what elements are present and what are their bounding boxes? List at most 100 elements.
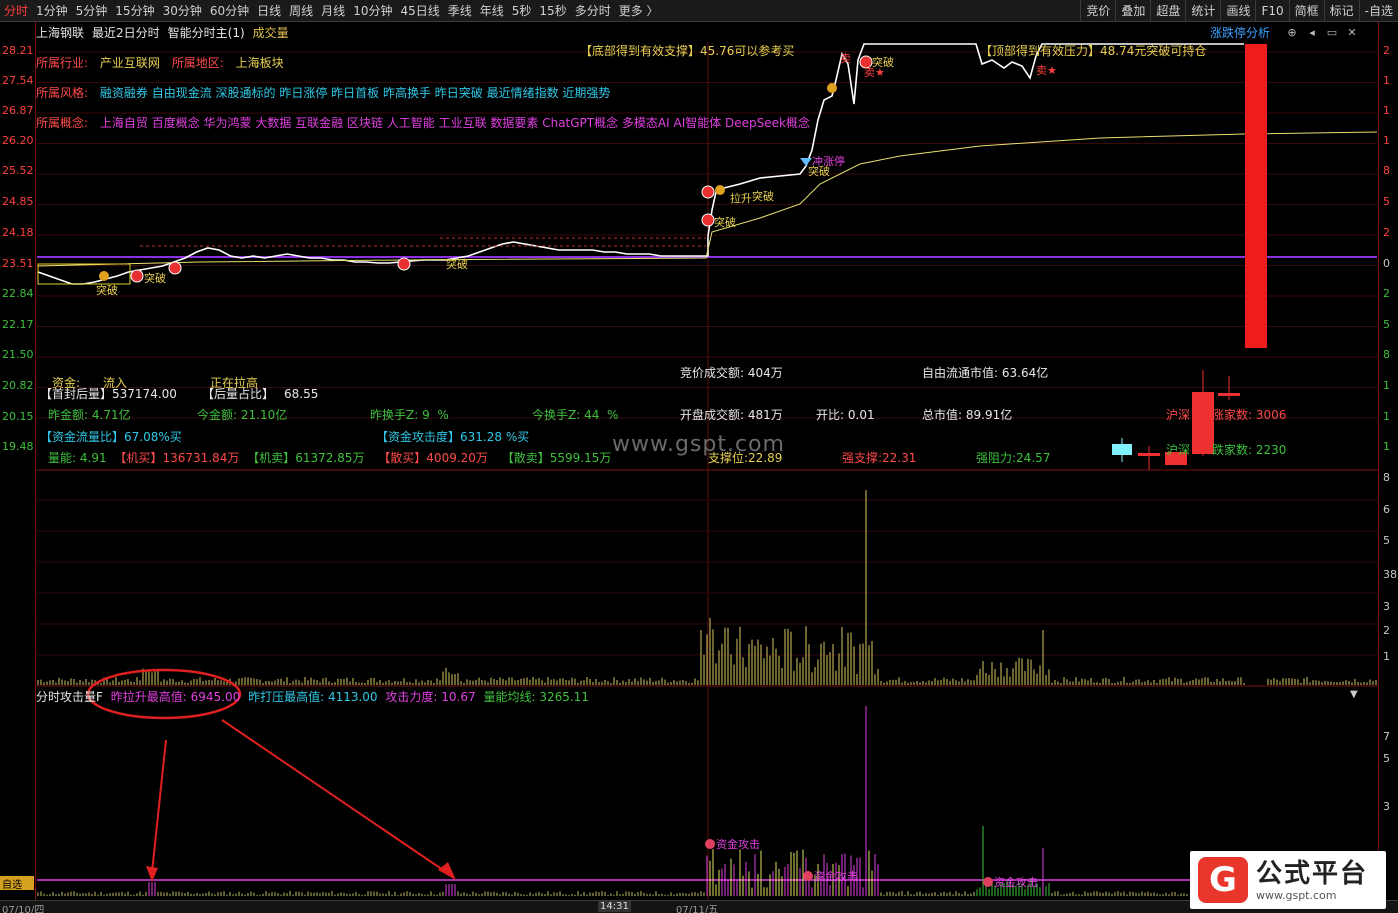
down-count-label: 跌家数: xyxy=(1212,443,1253,457)
breakout-marker-icon xyxy=(397,257,411,271)
attack-degree-label: 【资金攻击度】 xyxy=(376,430,461,444)
today-turnover-label: 今换手Z: xyxy=(532,408,581,422)
total-cap: 总市值: 89.91亿 xyxy=(922,406,1012,423)
today-turnover: 今换手Z: 44 % xyxy=(532,406,618,423)
open-value: 481万 xyxy=(747,408,783,422)
style-label: 所属风格: xyxy=(36,86,89,100)
flow-ratio: 【资金流量比】67.08%买 xyxy=(40,428,182,445)
yday-turnover-label: 昨换手Z: xyxy=(370,408,419,422)
support-annotation: 【底部得到有效支撑】45.76可以参考买 xyxy=(580,44,795,58)
time-axis: 07/10/四 14:31 07/11/五 xyxy=(0,900,1398,913)
strong-resist-value: 24.57 xyxy=(1016,451,1051,465)
retail-sell-value: 5599.15万 xyxy=(549,451,612,465)
yday-amount-value: 4.71亿 xyxy=(91,408,131,422)
down-count: 跌家数: 2230 xyxy=(1212,441,1286,458)
strong-support: 强支撑:22.31 xyxy=(842,449,916,466)
avg-value: 3265.11 xyxy=(539,690,589,704)
strong-support-label: 强支撑: xyxy=(842,451,883,465)
yday-amount: 昨金额: 4.71亿 xyxy=(48,406,131,423)
float-cap-value: 63.64亿 xyxy=(1001,366,1049,380)
chart-annotation: 突破 xyxy=(96,283,118,297)
inst-buy-value: 136731.84万 xyxy=(162,451,240,465)
force-value: 10.67 xyxy=(441,690,476,704)
site-watermark: www.gspt.com xyxy=(612,432,785,457)
press-max-value: 4113.00 xyxy=(327,690,378,704)
yday-turnover: 昨换手Z: 9 % xyxy=(370,406,449,423)
concept-row: 所属概念: 上海自贸 百度概念 华为鸿蒙 大数据 互联金融 区块链 人工智能 工… xyxy=(36,114,810,131)
cursor-time: 14:31 xyxy=(598,901,631,912)
concept-value[interactable]: 上海自贸 百度概念 华为鸿蒙 大数据 互联金融 区块链 人工智能 工业互联 数据… xyxy=(100,116,810,130)
date-day2: 07/11/五 xyxy=(676,905,719,913)
attack-label: 资金攻击 xyxy=(814,869,858,883)
avg-label: 量能均线: xyxy=(483,690,536,704)
industry-row: 所属行业: 产业互联网 所属地区: 上海板块 xyxy=(36,54,284,71)
float-cap-label: 自由流通市值: xyxy=(922,366,999,380)
open-label: 开盘成交额: xyxy=(680,408,745,422)
auction-value: 404万 xyxy=(747,366,783,380)
sub-menu-chevron-icon[interactable]: ▼ xyxy=(1350,689,1358,700)
yday-turnover-value: 9 xyxy=(422,408,430,422)
highlight-arrow xyxy=(151,739,167,873)
chart-annotation: 卖★ xyxy=(1036,64,1057,77)
industry-label: 所属行业: xyxy=(36,56,89,70)
auction-label: 竞价成交额: xyxy=(680,366,745,380)
breakout-marker-icon xyxy=(168,261,182,275)
highlight-arrow xyxy=(221,719,447,873)
money-bag-icon xyxy=(99,271,109,281)
open-ratio-value: 0.01 xyxy=(847,408,875,422)
style-value[interactable]: 融资融券 自由现金流 深股通标的 昨日涨停 昨日首板 昨高换手 昨日突破 最近情… xyxy=(100,86,611,100)
yday-amount-label: 昨金额: xyxy=(48,408,89,422)
total-cap-value: 89.91亿 xyxy=(965,408,1013,422)
concept-label: 所属概念: xyxy=(36,116,89,130)
strong-support-value: 22.31 xyxy=(882,451,917,465)
attack-label: 资金攻击 xyxy=(716,837,760,851)
today-turnover-unit: % xyxy=(607,408,619,422)
energy-row: 量能: 4.91 【机买】136731.84万 【机卖】61372.85万 【散… xyxy=(48,449,611,466)
attack-label: 资金攻击 xyxy=(994,875,1038,889)
attack-marker-icon xyxy=(803,871,813,881)
inst-sell-label: 【机卖】 xyxy=(247,451,296,465)
style-row: 所属风格: 融资融券 自由现金流 深股通标的 昨日涨停 昨日首板 昨高换手 昨日… xyxy=(36,84,610,101)
today-amount: 今金额: 21.10亿 xyxy=(197,406,287,423)
sub-indicator-name[interactable]: 分时攻击量F xyxy=(36,690,103,704)
up-count-label: 涨家数: xyxy=(1212,408,1253,422)
limit-bar xyxy=(1245,44,1267,348)
pressure-annotation: 【顶部得到有效压力】48.74元突破可持仓 xyxy=(980,44,1207,58)
after-ratio-value: 68.55 xyxy=(284,387,319,401)
logo-title: 公式平台 xyxy=(1256,858,1369,889)
breakout-marker-icon xyxy=(701,185,715,199)
region-value[interactable]: 上海板块 xyxy=(236,56,284,70)
sub-indicator-title: 分时攻击量F 昨拉升最高值: 6945.00 昨打压最高值: 4113.00 攻… xyxy=(36,688,589,704)
breakout-marker-icon xyxy=(130,269,144,283)
watchlist-tag[interactable]: 自选 xyxy=(0,876,34,891)
industry-value[interactable]: 产业互联网 xyxy=(100,56,160,70)
chart-annotation: 突破 xyxy=(752,189,774,203)
flow-ratio-label: 【资金流量比】 xyxy=(40,430,125,444)
yday-turnover-unit: % xyxy=(437,408,449,422)
strong-resist-label: 强阻力: xyxy=(976,451,1017,465)
pull-max-label: 昨拉升最高值: xyxy=(110,690,187,704)
energy-label: 量能: xyxy=(48,451,77,465)
attack-degree: 【资金攻击度】631.28 %买 xyxy=(376,428,529,445)
hs-label-up: 沪深 xyxy=(1166,408,1191,422)
today-turnover-value: 44 xyxy=(584,408,600,422)
today-amount-value: 21.10亿 xyxy=(240,408,288,422)
logo-url: www.gspt.com xyxy=(1256,888,1337,902)
region-label: 所属地区: xyxy=(171,56,224,70)
first-seal-label: 【首封后量】 xyxy=(40,387,113,401)
flow-ratio-value: 67.08%买 xyxy=(124,430,182,444)
pull-max-value: 6945.00 xyxy=(190,690,241,704)
hs-label-down: 沪深 xyxy=(1166,443,1191,457)
force-label: 攻击力度: xyxy=(385,690,438,704)
chart-annotation: 突破 xyxy=(808,164,830,178)
up-count: 涨家数: 3006 xyxy=(1212,406,1286,423)
today-amount-label: 今金额: xyxy=(197,408,238,422)
retail-buy-value: 4009.20万 xyxy=(426,451,488,465)
press-max-label: 昨打压最高值: xyxy=(248,690,325,704)
open-ratio: 开比: 0.01 xyxy=(816,406,875,423)
auction-amount: 竞价成交额: 404万 xyxy=(680,364,783,381)
after-ratio-label: 【后量占比】 xyxy=(202,387,275,401)
strong-resist: 强阻力:24.57 xyxy=(976,449,1050,466)
attack-marker-icon xyxy=(705,839,715,849)
attack-marker-icon xyxy=(983,877,993,887)
